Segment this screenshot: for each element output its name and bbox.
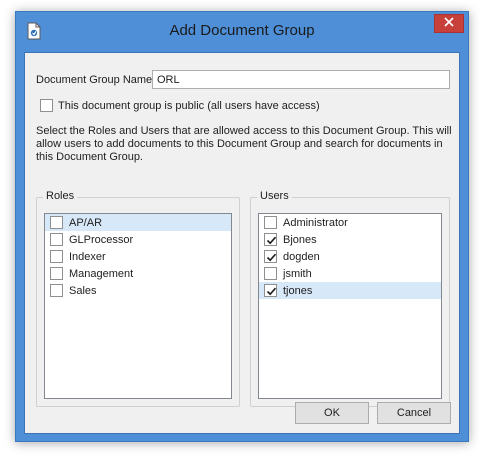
dialog-window: Add Document Group Document Group Name T… [15,11,469,442]
roles-item-checkbox[interactable] [50,216,63,229]
roles-groupbox: Roles AP/AR GLProcessor Indexer Management S… [36,190,240,407]
users-list-item[interactable]: jsmith [259,265,441,282]
window-title: Add Document Group [169,22,315,39]
title-bar[interactable]: Add Document Group [16,12,468,52]
roles-item-checkbox[interactable] [50,267,63,280]
dialog-body: Document Group Name This document group … [24,52,460,434]
roles-item-checkbox[interactable] [50,284,63,297]
roles-list-item[interactable]: GLProcessor [45,231,231,248]
users-item-checkbox[interactable] [264,250,277,263]
roles-list[interactable]: AP/AR GLProcessor Indexer Management Sales [44,213,232,399]
cancel-button[interactable]: Cancel [377,402,451,424]
roles-list-item[interactable]: Indexer [45,248,231,265]
roles-list-item[interactable]: Sales [45,282,231,299]
users-item-label: jsmith [283,267,312,280]
public-checkbox-label: This document group is public (all users… [58,99,320,112]
close-button[interactable] [434,14,464,33]
roles-item-label: Management [69,267,134,280]
ok-button[interactable]: OK [295,402,369,424]
users-item-label: Bjones [283,233,317,246]
roles-item-label: Sales [69,284,97,297]
public-checkbox-row[interactable]: This document group is public (all users… [40,99,320,112]
group-name-input[interactable] [152,70,450,89]
users-item-checkbox[interactable] [264,267,277,280]
users-legend: Users [257,190,292,202]
public-checkbox[interactable] [40,99,53,112]
users-item-label: tjones [283,284,313,297]
users-list-item[interactable]: Administrator [259,214,441,231]
roles-legend: Roles [43,190,78,202]
close-icon [444,17,454,30]
users-item-checkbox[interactable] [264,216,277,229]
users-list-item[interactable]: Bjones [259,231,441,248]
group-name-label: Document Group Name [36,74,153,86]
roles-item-checkbox[interactable] [50,250,63,263]
users-groupbox: Users Administrator Bjones dogden jsmith tjo… [250,190,450,407]
roles-item-label: Indexer [69,250,106,263]
users-item-label: Administrator [283,216,348,229]
users-list[interactable]: Administrator Bjones dogden jsmith tjones [258,213,442,399]
roles-list-item[interactable]: Management [45,265,231,282]
roles-item-checkbox[interactable] [50,233,63,246]
users-list-item[interactable]: dogden [259,248,441,265]
users-item-checkbox[interactable] [264,284,277,297]
users-item-checkbox[interactable] [264,233,277,246]
roles-item-label: AP/AR [69,216,103,229]
instructions-text: Select the Roles and Users that are allo… [36,125,452,163]
roles-item-label: GLProcessor [69,233,134,246]
users-list-item[interactable]: tjones [259,282,441,299]
users-item-label: dogden [283,250,320,263]
roles-list-item[interactable]: AP/AR [45,214,231,231]
